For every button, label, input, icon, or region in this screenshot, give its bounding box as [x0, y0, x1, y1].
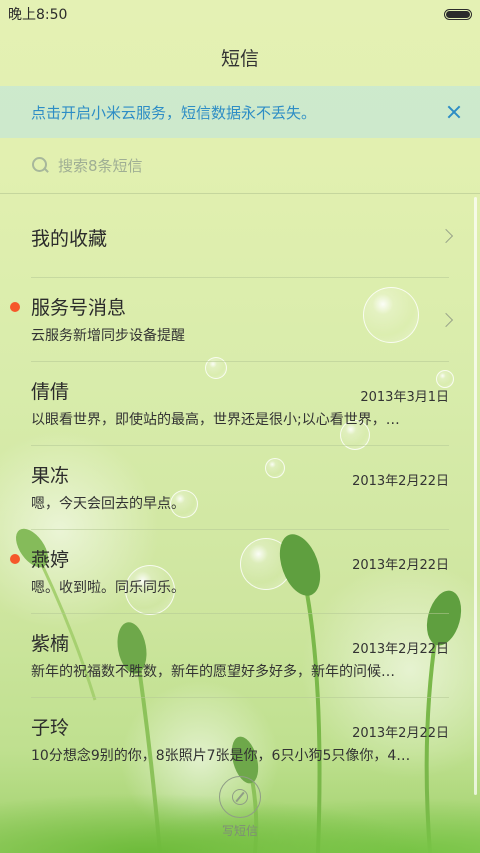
compose-button[interactable]: 写短信 — [214, 776, 266, 839]
conversation-item[interactable]: 紫楠 2013年2月22日 新年的祝福数不胜数，新年的愿望好多好多，新年的问候… — [31, 614, 449, 698]
compose-icon[interactable] — [219, 776, 261, 818]
banner-text[interactable]: 点击开启小米云服务，短信数据永不丢失。 — [31, 102, 316, 123]
conversation-preview: 嗯，今天会回去的早点。 — [31, 496, 185, 512]
status-time: 晚上8:50 — [8, 7, 68, 23]
compose-label[interactable]: 写短信 — [214, 822, 266, 839]
conversation-preview: 云服务新增同步设备提醒 — [31, 328, 185, 344]
conversation-date: 2013年3月1日 — [360, 390, 449, 405]
conversation-item[interactable]: 服务号消息 云服务新增同步设备提醒 — [10, 278, 454, 362]
chevron-right-icon — [438, 312, 454, 328]
conversation-date: 2013年2月22日 — [352, 474, 449, 489]
conversation-name: 燕婷 — [31, 549, 70, 571]
favorites-item[interactable]: 我的收藏 — [31, 194, 454, 278]
conversation-name: 服务号消息 — [31, 297, 127, 319]
search-icon — [32, 156, 50, 175]
conversation-item[interactable]: 果冻 2013年2月22日 嗯，今天会回去的早点。 — [31, 446, 449, 530]
search-input[interactable]: 搜索8条短信 — [58, 155, 143, 176]
conversation-item[interactable]: 倩倩 2013年3月1日 以眼看世界，即使站的最高，世界还是很小;以心看世界，… — [31, 362, 449, 446]
conversation-name: 子玲 — [31, 717, 70, 739]
scrollbar[interactable] — [474, 197, 477, 795]
chevron-right-icon — [438, 228, 454, 244]
conversation-preview: 新年的祝福数不胜数，新年的愿望好多好多，新年的问候… — [31, 664, 395, 680]
conversation-name: 紫楠 — [31, 633, 70, 655]
conversation-preview: 以眼看世界，即使站的最高，世界还是很小;以心看世界，… — [31, 412, 400, 428]
conversation-date: 2013年2月22日 — [352, 726, 449, 741]
conversation-item[interactable]: 子玲 2013年2月22日 10分想念9别的你，8张照片7张是你，6只小狗5只像… — [31, 698, 449, 782]
conversation-date: 2013年2月22日 — [352, 642, 449, 657]
status-bar: 晚上8:50 — [0, 0, 480, 28]
unread-dot — [10, 302, 20, 312]
cloud-service-banner[interactable]: 点击开启小米云服务，短信数据永不丢失。 — [0, 86, 480, 138]
conversation-item[interactable]: 燕婷 2013年2月22日 嗯。收到啦。同乐同乐。 — [10, 530, 449, 614]
conversation-list: 我的收藏 服务号消息 云服务新增同步设备提醒 倩倩 2013年3月1日 以眼看世… — [0, 194, 480, 782]
conversation-name: 倩倩 — [31, 381, 70, 403]
battery-icon — [444, 8, 472, 20]
conversation-preview: 10分想念9别的你，8张照片7张是你，6只小狗5只像你，4… — [31, 748, 411, 764]
conversation-date: 2013年2月22日 — [352, 558, 449, 573]
unread-dot — [10, 554, 20, 564]
page-title: 短信 — [220, 47, 259, 70]
conversation-name: 果冻 — [31, 465, 70, 487]
search-bar[interactable]: 搜索8条短信 — [0, 138, 480, 194]
close-icon[interactable] — [444, 102, 464, 122]
title-bar: 短信 — [0, 28, 480, 86]
favorites-label: 我的收藏 — [31, 228, 108, 250]
conversation-preview: 嗯。收到啦。同乐同乐。 — [31, 580, 185, 596]
